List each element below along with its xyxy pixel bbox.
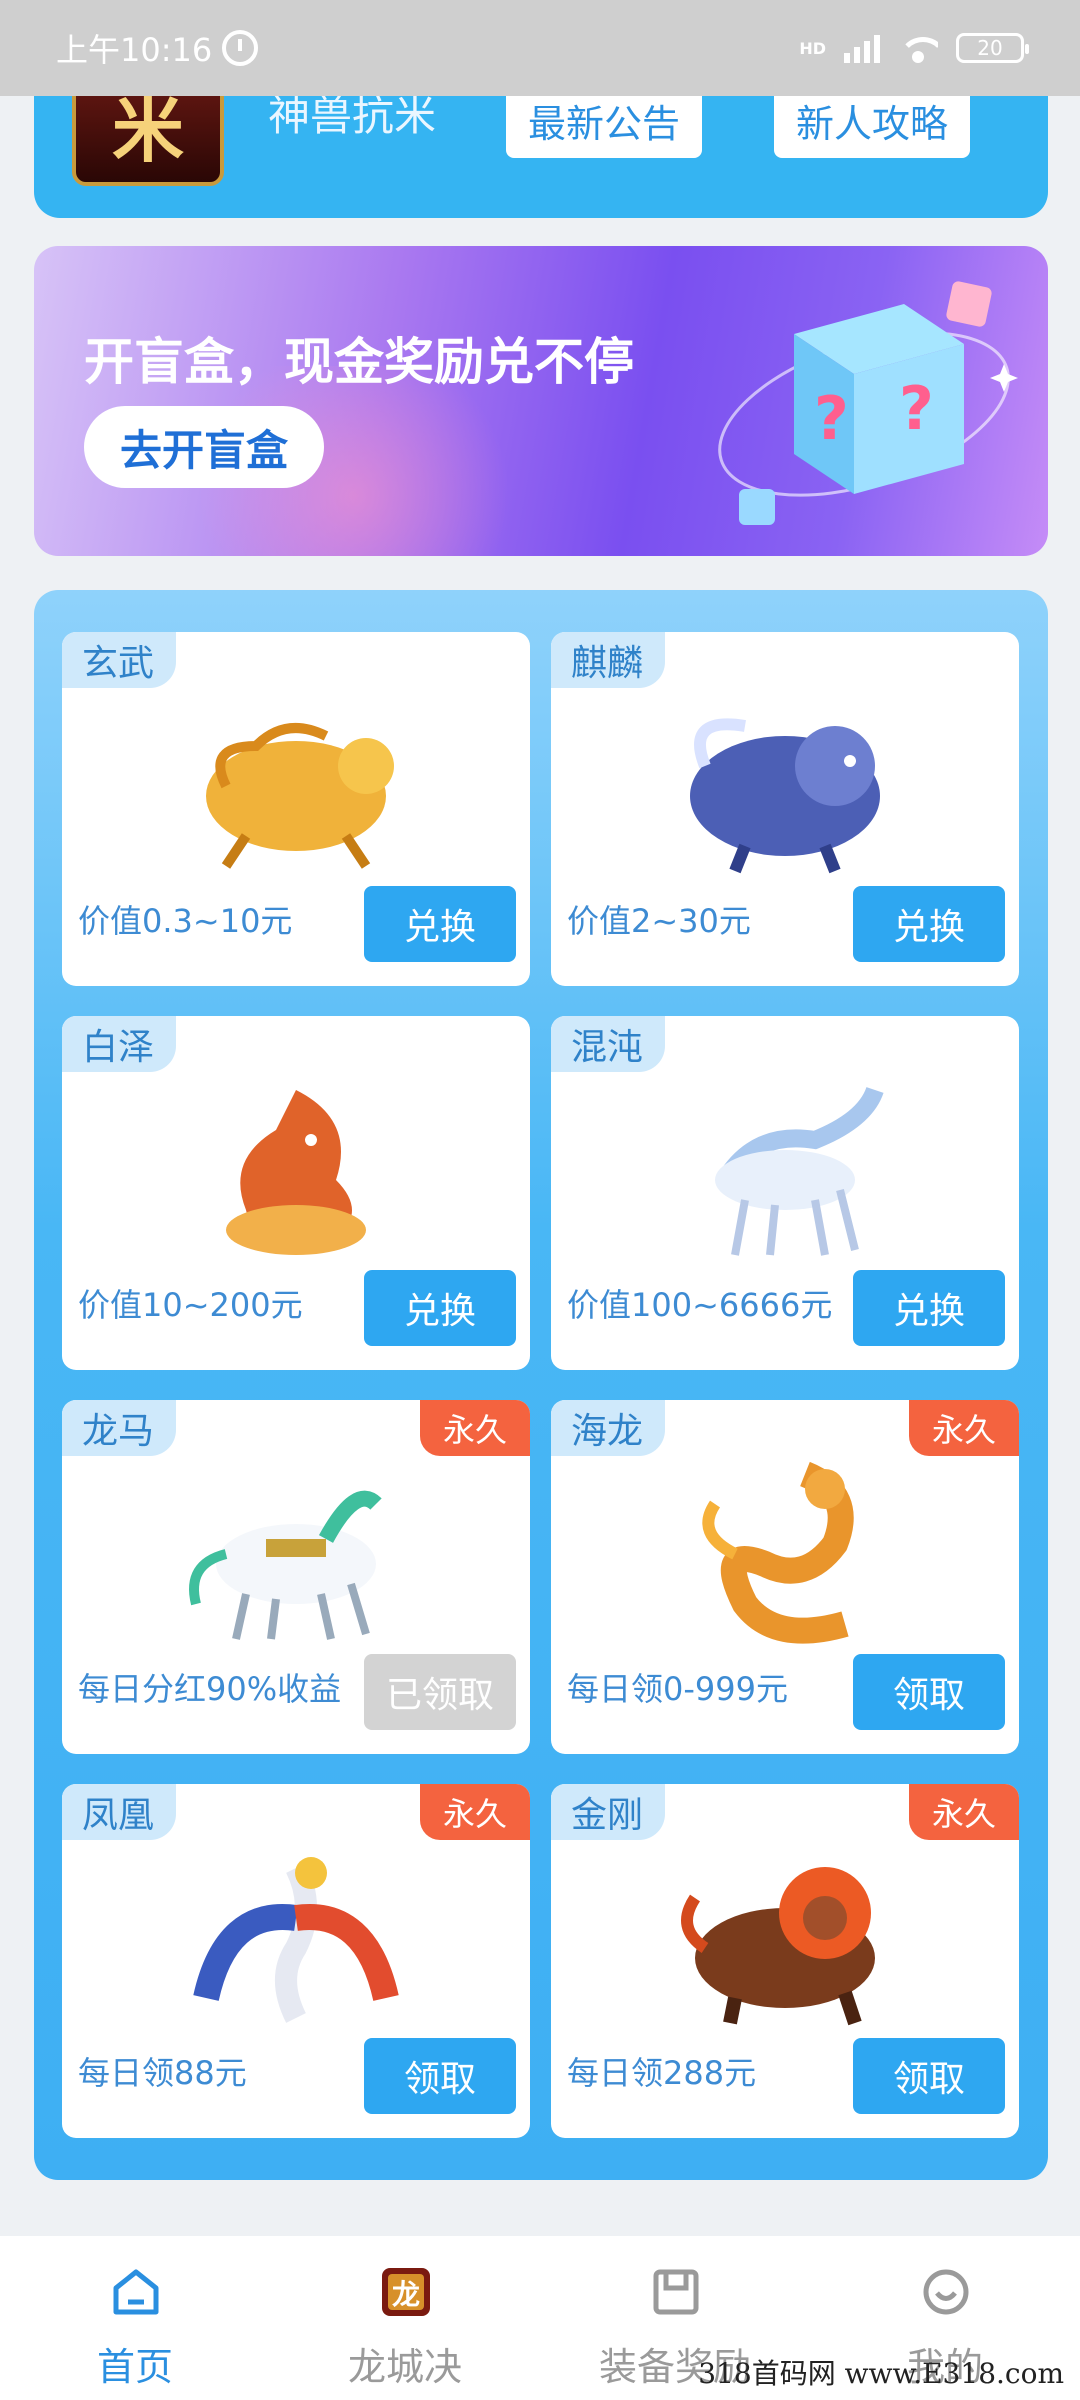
game-logo-icon: 龙 xyxy=(382,2268,430,2316)
card-action-button[interactable]: 领取 xyxy=(853,1654,1005,1730)
beast-image xyxy=(715,1086,884,1256)
card-name: 混沌 xyxy=(551,1016,666,1072)
card-name: 金刚 xyxy=(551,1784,666,1840)
status-time: 上午10:16 xyxy=(56,31,213,69)
beast-image xyxy=(206,723,394,869)
permanent-tag: 永久 xyxy=(909,1784,1019,1840)
nav-dragon-city-label: 龙城决 xyxy=(347,2345,462,2389)
svg-text:龙: 龙 xyxy=(392,2278,420,2311)
beast-card: 白泽价值10~200元 兑换 xyxy=(62,1016,530,1370)
blind-box-banner[interactable]: 开盲盒，现金奖励兑不停 去开盲盒 ? ? xyxy=(34,246,1048,556)
card-name: 海龙 xyxy=(551,1400,666,1456)
card-name: 玄武 xyxy=(62,632,177,688)
claimed-button: 已领取 xyxy=(364,1654,516,1730)
bag-icon xyxy=(653,2269,699,2315)
beast-image xyxy=(193,1857,399,2023)
card-action-button[interactable]: 兑换 xyxy=(364,1270,516,1346)
card-value: 价值100~6666元 xyxy=(567,1286,833,1324)
wifi-icon xyxy=(898,33,938,63)
status-left: 上午10:16 xyxy=(56,25,259,71)
svg-text:?: ? xyxy=(814,384,849,454)
nav-home[interactable]: 首页 xyxy=(0,2236,270,2400)
card-action-button[interactable]: 领取 xyxy=(364,2038,516,2114)
beast-card: 混沌价值100~6666元 兑换 xyxy=(551,1016,1019,1370)
card-name: 龙马 xyxy=(62,1400,177,1456)
card-action-button[interactable]: 兑换 xyxy=(853,1270,1005,1346)
nav-home-label: 首页 xyxy=(96,2345,173,2389)
card-action-button[interactable]: 领取 xyxy=(853,2038,1005,2114)
card-value: 价值2~30元 xyxy=(567,902,751,940)
beast-image xyxy=(189,1490,382,1640)
card-value: 每日分红90%收益 xyxy=(78,1670,342,1708)
signal-icon xyxy=(844,33,880,63)
banner-title: 开盲盒，现金奖励兑不停 xyxy=(84,333,634,391)
beast-card: 麒麟价值2~30元 兑换 xyxy=(551,632,1019,986)
blind-box-icon: ? ? xyxy=(718,281,1018,525)
card-name: 白泽 xyxy=(62,1016,177,1072)
card-value: 每日领288元 xyxy=(567,2054,757,2092)
card-value: 每日领88元 xyxy=(78,2054,247,2092)
permanent-tag: 永久 xyxy=(420,1784,530,1840)
battery-level: 20 xyxy=(977,36,1003,60)
beast-card: 金刚 永久每日领288元 领取 xyxy=(551,1784,1019,2138)
watermark: 318首码网 www.E318.com xyxy=(698,2357,1064,2390)
permanent-tag: 永久 xyxy=(420,1400,530,1456)
beast-image xyxy=(690,718,880,874)
card-action-button[interactable]: 兑换 xyxy=(853,886,1005,962)
open-blind-box-button[interactable]: 去开盲盒 xyxy=(84,406,324,488)
permanent-tag: 永久 xyxy=(909,1400,1019,1456)
card-action-button[interactable]: 兑换 xyxy=(364,886,516,962)
network-type: HD xyxy=(799,38,826,58)
card-value: 每日领0-999元 xyxy=(567,1670,788,1708)
nav-dragon-city[interactable]: 龙 龙城决 xyxy=(270,2236,540,2400)
home-icon xyxy=(113,2269,159,2315)
beast-card: 玄武价值0.3~10元 兑换 xyxy=(62,632,530,986)
battery-icon: 20 xyxy=(956,33,1029,63)
bottom-nav: 首页 龙 龙城决 装备奖励 我的 318首码网 www.E318.com xyxy=(0,2236,1080,2400)
beast-card: 海龙 永久每日领0-999元 领取 xyxy=(551,1400,1019,1754)
card-value: 价值10~200元 xyxy=(78,1286,303,1324)
beast-image xyxy=(702,1461,854,1644)
card-value: 价值0.3~10元 xyxy=(78,902,293,940)
profile-icon xyxy=(923,2269,969,2315)
svg-text:?: ? xyxy=(899,374,934,444)
beast-image xyxy=(226,1090,366,1255)
alarm-icon xyxy=(222,30,259,66)
card-name: 凤凰 xyxy=(62,1784,177,1840)
beast-card: 龙马 永久每日分红90%收益 已领取 xyxy=(62,1400,530,1754)
status-bar: 上午10:16 HD 20 xyxy=(0,0,1080,96)
status-right: HD 20 xyxy=(799,33,1029,63)
beast-card: 凤凰 永久每日领88元 领取 xyxy=(62,1784,530,2138)
card-name: 麒麟 xyxy=(551,632,666,688)
beast-image xyxy=(681,1867,875,2026)
